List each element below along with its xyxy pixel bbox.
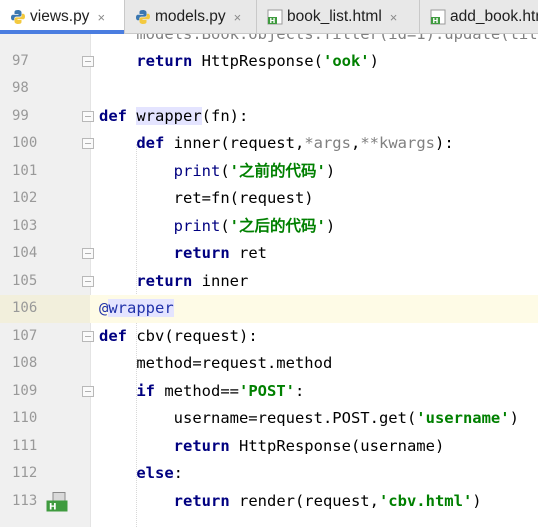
line-number: 104 bbox=[12, 245, 38, 261]
line-number: 110 bbox=[12, 410, 38, 426]
line-number: 111 bbox=[12, 437, 38, 454]
fold-toggle-icon[interactable] bbox=[82, 385, 94, 397]
fold-end-icon[interactable] bbox=[82, 55, 94, 67]
code-text: print('之后的代码') bbox=[173, 216, 336, 235]
code-text: else: bbox=[136, 464, 183, 482]
tab-book-list-html[interactable]: H book_list.html × bbox=[257, 0, 420, 34]
html-template-gutter-icon[interactable]: H bbox=[46, 491, 68, 512]
close-tab-icon[interactable]: × bbox=[97, 10, 105, 25]
line-number: 100 bbox=[12, 135, 38, 151]
tab-label: views.py bbox=[30, 8, 90, 25]
line-number: 109 bbox=[12, 382, 38, 399]
code-line[interactable]: 99 def wrapper(fn): bbox=[0, 103, 538, 131]
code-text: ret=fn(request) bbox=[99, 189, 314, 207]
line-number: 101 bbox=[12, 162, 38, 179]
code-line[interactable]: 110 username=request.POST.get('username'… bbox=[0, 405, 538, 433]
close-tab-icon[interactable]: × bbox=[234, 10, 242, 25]
tab-label: book_list.html bbox=[287, 8, 382, 25]
code-line[interactable]: 101 print('之前的代码') bbox=[0, 158, 538, 186]
code-line[interactable]: 108 method=request.method bbox=[0, 350, 538, 378]
code-text: return ret bbox=[173, 244, 267, 262]
code-line[interactable]: 112 else: bbox=[0, 460, 538, 488]
svg-text:H: H bbox=[433, 17, 439, 25]
code-line[interactable]: 105 return inner bbox=[0, 268, 538, 296]
line-number: 107 bbox=[12, 327, 38, 344]
python-file-icon bbox=[135, 9, 151, 25]
line-number: 106 bbox=[0, 295, 90, 323]
svg-text:H: H bbox=[270, 17, 276, 25]
tab-label: add_book.html bbox=[450, 8, 538, 25]
fold-end-icon[interactable] bbox=[82, 275, 94, 287]
line-number: 103 bbox=[12, 217, 38, 234]
fold-toggle-icon[interactable] bbox=[82, 110, 94, 122]
code-text: def cbv(request): bbox=[99, 326, 258, 345]
code-line-current[interactable]: 106 @wrapper bbox=[0, 295, 538, 323]
tab-views-py[interactable]: views.py × bbox=[0, 0, 125, 34]
code-line-partial: models.Book.objects.filter(id=1).update(… bbox=[0, 34, 538, 49]
code-text: return HttpResponse('ook') bbox=[136, 51, 379, 70]
tab-add-book-html[interactable]: H add_book.html bbox=[420, 0, 538, 34]
line-number: 99 bbox=[12, 107, 29, 124]
code-text: return HttpResponse(username) bbox=[173, 436, 445, 455]
tab-label: models.py bbox=[155, 8, 226, 25]
code-text: method=request.method bbox=[99, 354, 333, 372]
fold-toggle-icon[interactable] bbox=[82, 330, 94, 342]
code-text: if method=='POST': bbox=[136, 381, 305, 400]
code-line[interactable]: 103 print('之后的代码') bbox=[0, 213, 538, 241]
code-text: def inner(request,*args,**kwargs): bbox=[136, 134, 454, 152]
python-file-icon bbox=[10, 9, 26, 25]
line-number: 108 bbox=[12, 355, 38, 371]
code-text: return render(request,'cbv.html') bbox=[173, 491, 482, 510]
code-text: username=request.POST.get('username') bbox=[99, 409, 519, 427]
code-text: return inner bbox=[136, 271, 249, 290]
line-number: 112 bbox=[12, 465, 38, 481]
line-number: 102 bbox=[12, 190, 38, 206]
line-number: 113 bbox=[12, 492, 38, 509]
code-line[interactable]: 100 def inner(request,*args,**kwargs): bbox=[0, 130, 538, 158]
fold-toggle-icon[interactable] bbox=[82, 138, 94, 149]
code-line[interactable]: 97 return HttpResponse('ook') bbox=[0, 48, 538, 76]
html-file-icon: H bbox=[267, 9, 283, 25]
code-text: models.Book.objects.filter(id=1).update(… bbox=[99, 34, 538, 43]
line-number: 105 bbox=[12, 272, 38, 289]
fold-end-icon[interactable] bbox=[82, 248, 94, 259]
editor-tab-bar: views.py × models.py × H book_list.html … bbox=[0, 0, 538, 34]
code-text: def wrapper(fn): bbox=[99, 106, 249, 125]
code-line[interactable]: 104 return ret bbox=[0, 240, 538, 268]
close-tab-icon[interactable]: × bbox=[390, 10, 398, 25]
code-line[interactable]: 102 ret=fn(request) bbox=[0, 185, 538, 213]
line-number: 98 bbox=[12, 80, 29, 96]
code-text: print('之前的代码') bbox=[173, 161, 336, 180]
code-text: @wrapper bbox=[99, 299, 174, 317]
tab-models-py[interactable]: models.py × bbox=[125, 0, 257, 34]
code-line[interactable]: 109 if method=='POST': bbox=[0, 378, 538, 406]
line-number: 97 bbox=[12, 52, 29, 69]
code-line[interactable]: 107 def cbv(request): bbox=[0, 323, 538, 351]
code-line[interactable]: 113 H return render(request,'cbv.html') bbox=[0, 488, 538, 516]
html-file-icon: H bbox=[430, 9, 446, 25]
code-line[interactable]: 98 bbox=[0, 75, 538, 103]
code-line[interactable]: 111 return HttpResponse(username) bbox=[0, 433, 538, 461]
svg-text:H: H bbox=[49, 502, 57, 512]
code-editor[interactable]: models.Book.objects.filter(id=1).update(… bbox=[0, 34, 538, 527]
